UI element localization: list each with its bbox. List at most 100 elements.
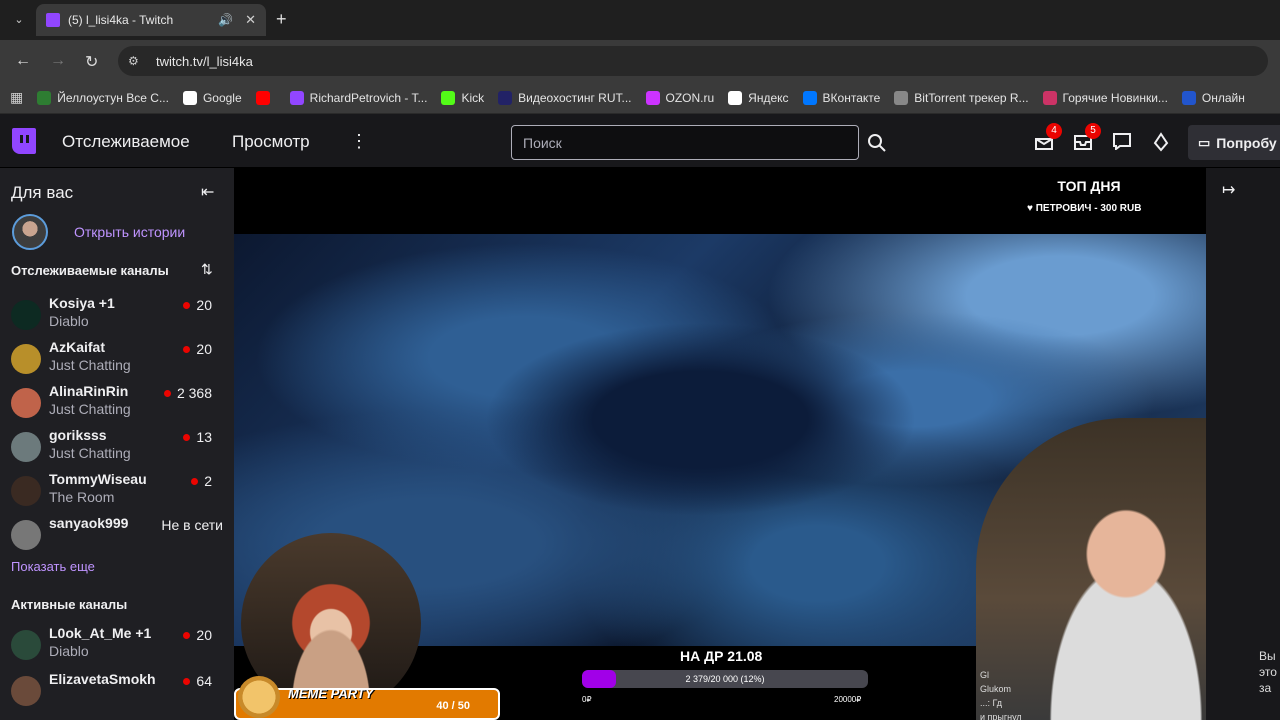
browser-tab-strip: ⌄ (5) l_lisi4ka - Twitch 🔊 ✕ + [0, 0, 1280, 40]
chat-line: и прыгнул [980, 712, 1022, 720]
viewer-count-value: 20 [196, 627, 212, 643]
ozon-icon [645, 90, 660, 105]
collapse-sidebar-icon[interactable]: ⇤ [201, 182, 214, 202]
bookmark-label: BitTorrent трекер R... [914, 90, 1029, 105]
channel-name: Kosiya +1 [49, 295, 115, 311]
back-arrow-icon[interactable]: ← [15, 52, 31, 70]
live-dot-icon [191, 477, 199, 485]
bookmark-label: Google [202, 90, 242, 105]
channel-name: AzKaifat [49, 339, 106, 355]
drops-badge: 4 [1046, 123, 1062, 139]
sort-arrows-icon[interactable]: ⇅ [201, 261, 213, 278]
kick-icon [441, 90, 456, 105]
goal-max-label: 20000₽ [834, 695, 862, 704]
youtube-icon [255, 90, 270, 105]
reload-icon[interactable]: ↻ [85, 52, 98, 72]
live-dot-icon [183, 433, 191, 441]
chat-column-collapsed: ↦ Вы это за [1206, 168, 1280, 720]
channel-row[interactable]: ElizavetaSmokh 64 [0, 671, 234, 715]
viewer-count: 20 [183, 341, 212, 357]
followed-channels-heading: Отслеживаемые каналы [11, 263, 169, 278]
bookmark-item[interactable]: Kick [441, 90, 484, 105]
channel-name: goriksss [49, 427, 107, 443]
bookmark-item[interactable]: OZON.ru [645, 90, 715, 105]
avatar [11, 520, 41, 550]
twitch-favicon-icon [46, 13, 60, 27]
bookmark-item[interactable]: Горячие Новинки... [1042, 90, 1168, 105]
channel-row[interactable]: goriksss Just Chatting 13 [0, 427, 234, 471]
bookmark-label: Яндекс [748, 90, 789, 105]
channel-row[interactable]: Kosiya +1 Diablo 20 [0, 295, 234, 339]
browser-tab[interactable]: (5) l_lisi4ka - Twitch 🔊 ✕ [36, 4, 266, 36]
live-dot-icon [163, 389, 171, 397]
bookmark-item[interactable]: Йеллоустун Все С... [37, 90, 169, 105]
show-more-link[interactable]: Показать еще [11, 559, 95, 574]
whispers-icon[interactable] [1112, 132, 1134, 152]
chat-line: Glukom [980, 684, 1012, 694]
prime-try-button[interactable]: ▭ Попробу [1188, 125, 1280, 160]
bookmark-item[interactable]: RichardPetrovich - T... [289, 90, 427, 105]
for-you-heading: Для вас [11, 183, 74, 202]
viewer-count-value: 64 [196, 673, 212, 689]
viewer-count: 13 [183, 429, 212, 445]
online-icon [1181, 90, 1196, 105]
twitch-logo-icon[interactable] [12, 128, 36, 154]
bookmark-item[interactable]: ВКонтакте [802, 90, 880, 105]
chat-peek-line: это [1259, 665, 1277, 679]
bookmark-item[interactable]: Яндекс [728, 90, 789, 105]
speaker-icon[interactable]: 🔊 [218, 13, 233, 27]
channel-name: ElizavetaSmokh [49, 671, 156, 687]
channel-row[interactable]: AzKaifat Just Chatting 20 [0, 339, 234, 383]
bookmark-label: OZON.ru [665, 90, 715, 105]
goal-progress-text: 2 379/20 000 (12%) [685, 674, 765, 684]
bookmark-item[interactable] [255, 90, 276, 105]
channel-row[interactable]: L0ok_At_Me +1 Diablo 20 [0, 625, 234, 669]
offline-channel-row[interactable]: sanyaok999 Не в сети [0, 515, 234, 559]
prime-label: Попробу [1216, 134, 1277, 151]
drops-icon[interactable]: 4 [1034, 123, 1062, 152]
nav-browse[interactable]: Просмотр [232, 132, 310, 152]
goal-progress-bar: 2 379/20 000 (12%) [582, 670, 868, 688]
bookmark-label: Горячие Новинки... [1062, 90, 1168, 105]
inbox-badge: 5 [1085, 123, 1101, 139]
open-stories-link[interactable]: Открыть истории [74, 224, 185, 240]
close-icon[interactable]: ✕ [245, 12, 256, 28]
bookmark-item[interactable]: BitTorrent трекер R... [894, 90, 1029, 105]
bookmark-label: Йеллоустун Все С... [57, 90, 169, 105]
live-dot-icon [183, 345, 191, 353]
sidebar: Для вас ⇤ Открыть истории Отслеживаемые … [0, 168, 234, 720]
site-info-icon[interactable]: ⚙ [128, 54, 144, 68]
new-tab-plus-icon[interactable]: + [276, 9, 287, 30]
google-icon [182, 90, 197, 105]
expand-chat-icon[interactable]: ↦ [1222, 180, 1235, 200]
tab-title: (5) l_lisi4ka - Twitch [68, 13, 174, 27]
bookmark-item[interactable]: Видеохостинг RUT... [498, 90, 632, 105]
twitch-top-nav: Отслеживаемое Просмотр ⋮ Поиск 4 5 ▭ Поп… [0, 114, 1280, 168]
bookmark-label: Видеохостинг RUT... [518, 90, 632, 105]
bookmark-item[interactable]: Онлайн [1181, 90, 1245, 105]
channel-game: Just Chatting [49, 445, 131, 461]
nav-following[interactable]: Отслеживаемое [62, 132, 190, 152]
video-player[interactable]: ТОП ДНЯ ♥ ПЕТРОВИЧ - 300 RUB Gl Glukom...… [234, 168, 1206, 720]
bookmark-item[interactable]: Google [182, 90, 242, 105]
stories-avatar[interactable] [12, 214, 48, 250]
search-input[interactable]: Поиск [511, 125, 859, 160]
url-field[interactable]: ⚙ twitch.tv/l_lisi4ka [118, 46, 1268, 76]
search-icon[interactable] [862, 125, 892, 160]
channel-row[interactable]: AlinaRinRin Just Chatting 2 368 [0, 383, 234, 427]
address-bar-row: ← → ↻ ⚙ twitch.tv/l_lisi4ka [0, 40, 1280, 82]
channel-game: Diablo [49, 643, 89, 659]
bookmark-label: Онлайн [1201, 90, 1245, 105]
channel-row[interactable]: TommyWiseau The Room 2 [0, 471, 234, 515]
forward-arrow-icon[interactable]: → [50, 52, 66, 70]
channel-game: Diablo [49, 313, 89, 329]
inbox-icon[interactable]: 5 [1073, 123, 1101, 152]
viewer-count-value: 20 [196, 341, 212, 357]
avatar [11, 676, 41, 706]
more-options-icon[interactable]: ⋮ [350, 131, 368, 152]
viewer-count: 2 368 [163, 385, 212, 401]
bits-icon[interactable] [1151, 132, 1173, 152]
goal-title: НА ДР 21.08 [680, 648, 763, 664]
tab-search-chevron-icon[interactable]: ⌄ [10, 10, 28, 28]
apps-grid-icon[interactable]: ▦ [10, 89, 23, 106]
